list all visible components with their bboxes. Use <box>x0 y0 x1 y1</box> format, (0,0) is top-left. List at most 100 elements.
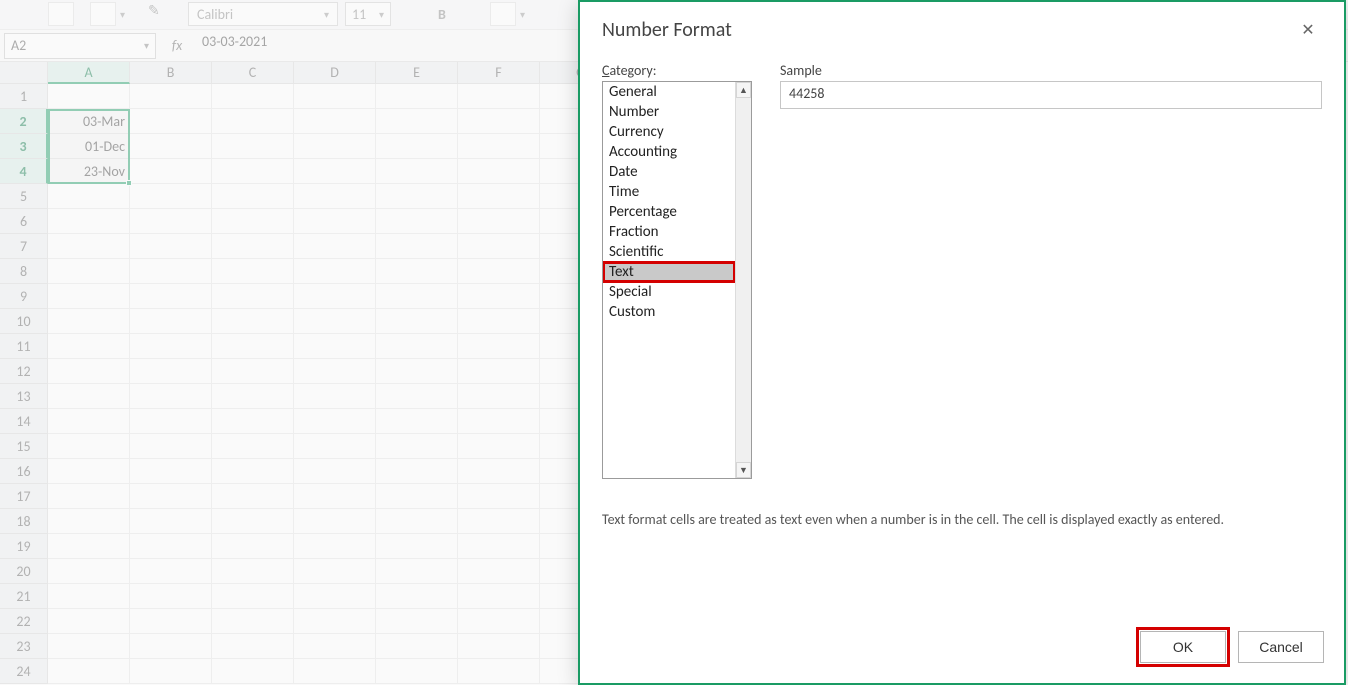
cell[interactable] <box>212 159 294 184</box>
column-header[interactable]: D <box>294 62 376 84</box>
cell[interactable] <box>48 509 130 534</box>
cell[interactable] <box>376 534 458 559</box>
row-header[interactable]: 1 <box>0 84 48 109</box>
cell[interactable] <box>48 84 130 109</box>
cells-area[interactable]: 03-Mar01-Dec23-Nov <box>48 84 622 684</box>
row-header[interactable]: 14 <box>0 409 48 434</box>
cell[interactable] <box>294 159 376 184</box>
cell[interactable] <box>48 634 130 659</box>
column-header[interactable]: C <box>212 62 294 84</box>
cell[interactable] <box>130 84 212 109</box>
cell[interactable] <box>130 509 212 534</box>
row-header[interactable]: 5 <box>0 184 48 209</box>
column-header[interactable]: B <box>130 62 212 84</box>
cell[interactable] <box>130 184 212 209</box>
list-item[interactable]: Percentage <box>603 202 735 222</box>
cell[interactable] <box>48 259 130 284</box>
cell[interactable] <box>130 434 212 459</box>
cell[interactable] <box>48 659 130 684</box>
cell[interactable] <box>130 284 212 309</box>
cell[interactable] <box>212 134 294 159</box>
cell[interactable] <box>212 309 294 334</box>
cell[interactable] <box>130 459 212 484</box>
cell[interactable] <box>130 359 212 384</box>
row-header[interactable]: 15 <box>0 434 48 459</box>
cell[interactable] <box>130 109 212 134</box>
cell[interactable] <box>294 309 376 334</box>
cell[interactable] <box>294 509 376 534</box>
list-item[interactable]: Date <box>603 162 735 182</box>
scroll-down-button[interactable]: ▼ <box>736 462 751 478</box>
cell[interactable] <box>458 234 540 259</box>
cell[interactable] <box>294 259 376 284</box>
cell[interactable] <box>212 184 294 209</box>
cell[interactable] <box>458 459 540 484</box>
cell[interactable] <box>458 384 540 409</box>
cell[interactable] <box>458 634 540 659</box>
row-header[interactable]: 8 <box>0 259 48 284</box>
cell[interactable] <box>294 359 376 384</box>
cell[interactable] <box>376 284 458 309</box>
list-item[interactable]: Special <box>603 282 735 302</box>
scroll-up-button[interactable]: ▲ <box>736 82 751 98</box>
row-header[interactable]: 24 <box>0 659 48 684</box>
cell[interactable] <box>294 84 376 109</box>
row-header[interactable]: 3 <box>0 134 48 159</box>
cell[interactable] <box>212 559 294 584</box>
cell[interactable] <box>130 309 212 334</box>
cell[interactable] <box>130 209 212 234</box>
cell[interactable] <box>48 534 130 559</box>
cell[interactable] <box>458 184 540 209</box>
cell[interactable] <box>458 159 540 184</box>
cell[interactable] <box>212 384 294 409</box>
cell[interactable] <box>212 334 294 359</box>
cell[interactable] <box>458 334 540 359</box>
cell[interactable] <box>212 259 294 284</box>
list-item[interactable]: Fraction <box>603 222 735 242</box>
list-item[interactable]: Custom <box>603 302 735 322</box>
cell[interactable] <box>376 509 458 534</box>
cell[interactable] <box>294 609 376 634</box>
cell[interactable] <box>48 184 130 209</box>
cell[interactable] <box>130 659 212 684</box>
cell[interactable] <box>48 209 130 234</box>
cell[interactable] <box>130 409 212 434</box>
cell[interactable]: 03-Mar <box>48 109 130 134</box>
list-item[interactable]: Scientific <box>603 242 735 262</box>
row-header[interactable]: 18 <box>0 509 48 534</box>
cell[interactable] <box>376 459 458 484</box>
cell[interactable] <box>294 584 376 609</box>
cell[interactable] <box>376 359 458 384</box>
cell[interactable] <box>48 559 130 584</box>
cell[interactable] <box>376 134 458 159</box>
cell[interactable] <box>376 659 458 684</box>
cell[interactable] <box>212 609 294 634</box>
cell[interactable] <box>376 634 458 659</box>
cell[interactable] <box>130 559 212 584</box>
cell[interactable] <box>212 634 294 659</box>
cell[interactable] <box>376 159 458 184</box>
cell[interactable] <box>458 484 540 509</box>
cell[interactable] <box>130 609 212 634</box>
cell[interactable] <box>48 234 130 259</box>
cell[interactable] <box>48 584 130 609</box>
cell[interactable] <box>48 309 130 334</box>
row-header[interactable]: 11 <box>0 334 48 359</box>
cell[interactable] <box>130 159 212 184</box>
column-header[interactable]: E <box>376 62 458 84</box>
cell[interactable] <box>130 134 212 159</box>
cell[interactable] <box>458 134 540 159</box>
cell[interactable] <box>294 459 376 484</box>
cell[interactable] <box>212 434 294 459</box>
cell[interactable] <box>212 84 294 109</box>
cell[interactable] <box>376 209 458 234</box>
cell[interactable] <box>458 409 540 434</box>
cell[interactable] <box>294 559 376 584</box>
cell[interactable] <box>376 484 458 509</box>
cell[interactable] <box>48 359 130 384</box>
cell[interactable] <box>458 259 540 284</box>
cell[interactable] <box>294 209 376 234</box>
list-item[interactable]: Time <box>603 182 735 202</box>
cell[interactable] <box>376 559 458 584</box>
cell[interactable] <box>458 84 540 109</box>
